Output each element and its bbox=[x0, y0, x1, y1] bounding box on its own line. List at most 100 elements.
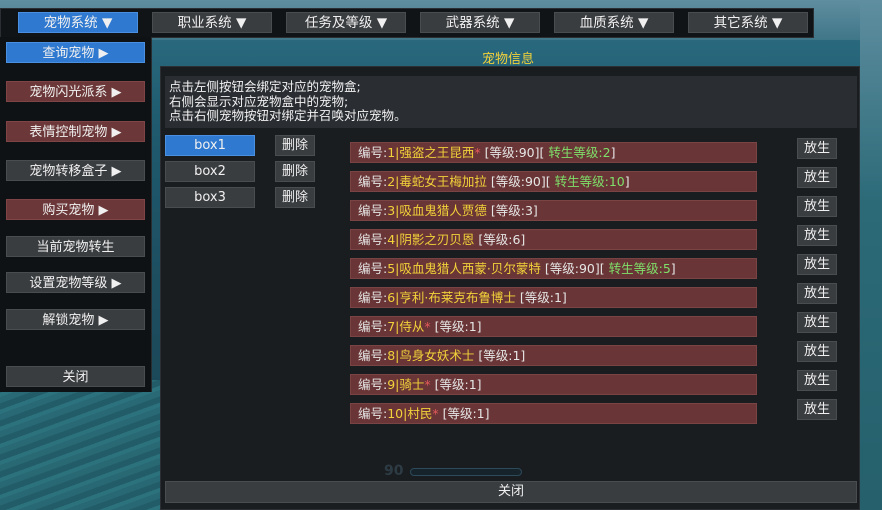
pet-row-6[interactable]: 编号:6|亨利·布莱克布鲁博士 [等级:1] bbox=[350, 287, 757, 308]
pet-level-value: 1] bbox=[476, 406, 490, 421]
pet-rebirth: 转生等级:10 bbox=[554, 174, 625, 189]
release-pet-10-button[interactable]: 放生 bbox=[797, 399, 837, 420]
pet-id-label: 编号: bbox=[358, 261, 388, 276]
top-menu-pet-system[interactable]: 宠物系统 ▼ bbox=[18, 12, 138, 33]
top-menu-weapon-system[interactable]: 武器系统 ▼ bbox=[420, 12, 540, 33]
release-pet-1-button[interactable]: 放生 bbox=[797, 138, 837, 159]
release-pet-7-button[interactable]: 放生 bbox=[797, 312, 837, 333]
pet-level-value: 90] bbox=[578, 261, 600, 276]
pet-level-label: [等级: bbox=[474, 348, 513, 363]
top-menu-bar: 宠物系统 ▼ 职业系统 ▼ 任务及等级 ▼ 武器系统 ▼ 血质系统 ▼ 其它系统… bbox=[0, 8, 814, 38]
pet-name: 毒蛇女王梅加拉 bbox=[399, 174, 487, 189]
background-water bbox=[0, 380, 170, 510]
pet-number: 7| bbox=[387, 319, 400, 334]
panel-title: 宠物信息 bbox=[482, 52, 535, 67]
pet-number: 10| bbox=[387, 406, 408, 421]
pet-name: 吸血鬼猎人西蒙·贝尔蒙特 bbox=[399, 261, 541, 276]
top-menu-blood-system[interactable]: 血质系统 ▼ bbox=[554, 12, 674, 33]
pet-level-value: 3] bbox=[524, 203, 538, 218]
pet-row-3[interactable]: 编号:3|吸血鬼猎人贾德 [等级:3] bbox=[350, 200, 757, 221]
box2-button[interactable]: box2 bbox=[165, 161, 255, 182]
pet-level-label: [等级: bbox=[474, 232, 513, 247]
pet-rebirth-open: [ bbox=[599, 261, 605, 276]
pet-id-label: 编号: bbox=[358, 348, 388, 363]
pet-level-label: [等级: bbox=[430, 319, 469, 334]
pet-rebirth-close: ] bbox=[670, 261, 676, 276]
pet-level-value: 90] bbox=[524, 174, 546, 189]
release-pet-3-button[interactable]: 放生 bbox=[797, 196, 837, 217]
pet-level-label: [等级: bbox=[486, 203, 525, 218]
panel-close-button[interactable]: 关闭 bbox=[165, 481, 857, 503]
pet-row-1[interactable]: 编号:1|强盗之王昆西* [等级:90][ 转生等级:2] bbox=[350, 142, 757, 163]
pet-id-label: 编号: bbox=[358, 290, 388, 305]
pet-level-value: 1] bbox=[553, 290, 567, 305]
left-menu-pet-transfer[interactable]: 宠物转移盒子 ▶ bbox=[6, 160, 145, 181]
pet-level-label: [等级: bbox=[480, 145, 519, 160]
top-menu-quest-level[interactable]: 任务及等级 ▼ bbox=[286, 12, 406, 33]
pet-number: 8| bbox=[387, 348, 400, 363]
pet-rebirth-open: [ bbox=[545, 174, 551, 189]
release-pet-4-button[interactable]: 放生 bbox=[797, 225, 837, 246]
pet-name: 吸血鬼猎人贾德 bbox=[399, 203, 487, 218]
pet-number: 2| bbox=[387, 174, 400, 189]
pet-row-2[interactable]: 编号:2|毒蛇女王梅加拉 [等级:90][ 转生等级:10] bbox=[350, 171, 757, 192]
pet-name: 村民 bbox=[407, 406, 433, 421]
left-menu-pet-shine[interactable]: 宠物闪光派系 ▶ bbox=[6, 81, 145, 102]
release-pet-2-button[interactable]: 放生 bbox=[797, 167, 837, 188]
background-progress-track bbox=[410, 468, 522, 476]
instruction-line: 点击左侧按钮会绑定对应的宠物盒; bbox=[169, 79, 361, 94]
pet-number: 5| bbox=[387, 261, 400, 276]
delete-box3-button[interactable]: 删除 bbox=[275, 187, 315, 208]
left-menu-buy-pet[interactable]: 购买宠物 ▶ bbox=[6, 199, 145, 220]
pet-row-9[interactable]: 编号:9|骑士* [等级:1] bbox=[350, 374, 757, 395]
pet-id-label: 编号: bbox=[358, 145, 388, 160]
pet-level-value: 90] bbox=[518, 145, 540, 160]
left-menu-set-pet-level[interactable]: 设置宠物等级 ▶ bbox=[6, 272, 145, 293]
pet-level-value: 1] bbox=[468, 319, 482, 334]
pet-id-label: 编号: bbox=[358, 406, 388, 421]
left-menu-unlock-pet[interactable]: 解锁宠物 ▶ bbox=[6, 309, 145, 330]
left-menu-emote-control[interactable]: 表情控制宠物 ▶ bbox=[6, 121, 145, 142]
instruction-line: 点击右侧宠物按钮对绑定并召唤对应宠物。 bbox=[169, 108, 407, 123]
top-menu-other-system[interactable]: 其它系统 ▼ bbox=[688, 12, 808, 33]
pet-row-8[interactable]: 编号:8|鸟身女妖术士 [等级:1] bbox=[350, 345, 757, 366]
pet-id-label: 编号: bbox=[358, 319, 388, 334]
pet-id-label: 编号: bbox=[358, 203, 388, 218]
left-menu-rebirth-pet[interactable]: 当前宠物转生 bbox=[6, 236, 145, 257]
background-edge bbox=[860, 0, 882, 510]
release-pet-5-button[interactable]: 放生 bbox=[797, 254, 837, 275]
delete-box2-button[interactable]: 删除 bbox=[275, 161, 315, 182]
pet-rebirth: 转生等级:2 bbox=[548, 145, 611, 160]
pet-rebirth: 转生等级:5 bbox=[608, 261, 671, 276]
pet-row-10[interactable]: 编号:10|村民* [等级:1] bbox=[350, 403, 757, 424]
pet-name: 亨利·布莱克布鲁博士 bbox=[399, 290, 516, 305]
pet-row-7[interactable]: 编号:7|侍从* [等级:1] bbox=[350, 316, 757, 337]
release-pet-9-button[interactable]: 放生 bbox=[797, 370, 837, 391]
box1-button[interactable]: box1 bbox=[165, 135, 255, 156]
release-pet-8-button[interactable]: 放生 bbox=[797, 341, 837, 362]
pet-id-label: 编号: bbox=[358, 174, 388, 189]
release-pet-6-button[interactable]: 放生 bbox=[797, 283, 837, 304]
pet-name: 强盗之王昆西 bbox=[399, 145, 475, 160]
pet-name: 鸟身女妖术士 bbox=[399, 348, 475, 363]
pet-number: 4| bbox=[387, 232, 400, 247]
pet-name: 侍从 bbox=[399, 319, 425, 334]
pet-name: 阴影之刃贝恩 bbox=[399, 232, 475, 247]
left-menu-close-button[interactable]: 关闭 bbox=[6, 366, 145, 387]
pet-level-label: [等级: bbox=[515, 290, 554, 305]
delete-box1-button[interactable]: 删除 bbox=[275, 135, 315, 156]
pet-row-5[interactable]: 编号:5|吸血鬼猎人西蒙·贝尔蒙特 [等级:90][ 转生等级:5] bbox=[350, 258, 757, 279]
pet-row-4[interactable]: 编号:4|阴影之刃贝恩 [等级:6] bbox=[350, 229, 757, 250]
pet-number: 1| bbox=[387, 145, 400, 160]
pet-level-label: [等级: bbox=[430, 377, 469, 392]
pet-level-value: 6] bbox=[512, 232, 526, 247]
pet-number: 9| bbox=[387, 377, 400, 392]
pet-level-value: 1] bbox=[512, 348, 526, 363]
instruction-box: 点击左侧按钮会绑定对应的宠物盒; 右侧会显示对应宠物盒中的宠物; 点击右侧宠物按… bbox=[165, 76, 857, 128]
pet-id-label: 编号: bbox=[358, 377, 388, 392]
left-menu-query-pet[interactable]: 查询宠物 ▶ bbox=[6, 42, 145, 63]
top-menu-job-system[interactable]: 职业系统 ▼ bbox=[152, 12, 272, 33]
pet-number: 3| bbox=[387, 203, 400, 218]
pet-level-label: [等级: bbox=[486, 174, 525, 189]
box3-button[interactable]: box3 bbox=[165, 187, 255, 208]
